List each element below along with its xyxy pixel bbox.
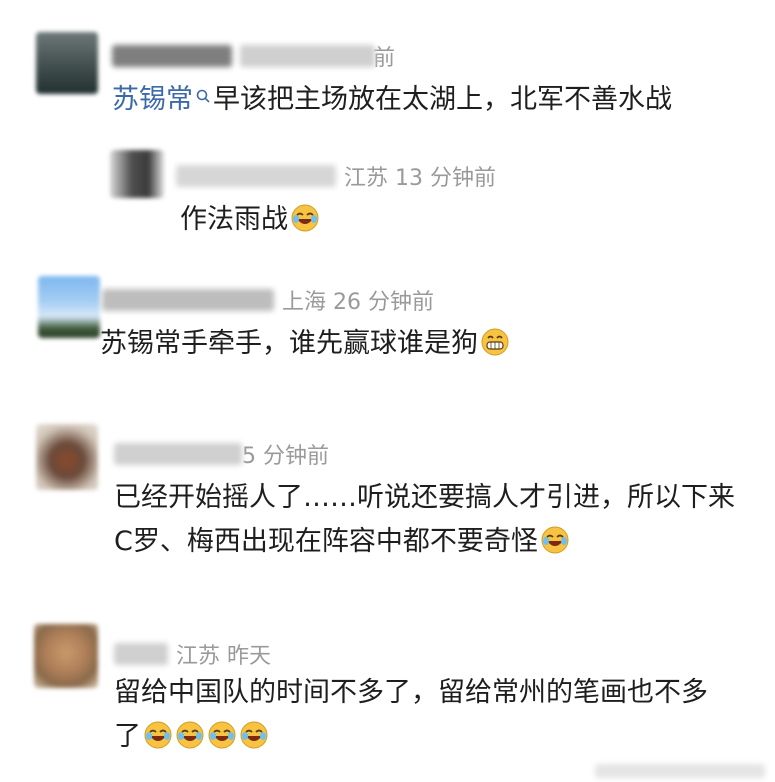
comment-time: 前 (373, 46, 396, 71)
grin-emoji (480, 327, 510, 357)
comment-location-time: 江苏 昨天 (176, 644, 271, 669)
watermark (595, 764, 765, 778)
username[interactable] (114, 643, 168, 665)
username[interactable] (112, 45, 232, 67)
comment-meta: 前 (112, 40, 395, 72)
comment-body: C罗、梅西出现在阵容中都不要奇怪 (114, 526, 538, 557)
comment-location-time: 江苏 13 分钟前 (344, 166, 496, 191)
comment-meta: 江苏 昨天 (114, 638, 271, 670)
topic-link[interactable]: 苏锡常 (112, 84, 193, 115)
username[interactable] (102, 289, 274, 311)
comment-time: 5 分钟前 (242, 444, 329, 469)
laugh-cry-emoji (207, 720, 237, 750)
comment-text: 苏锡常手牵手，谁先赢球谁是狗 (100, 323, 510, 365)
comment-text: 已经开始摇人了……听说还要搞人才引进，所以下来 C罗、梅西出现在阵容中都不要奇怪 (114, 477, 735, 563)
comment-meta: 江苏 13 分钟前 (176, 160, 496, 192)
search-icon (196, 89, 210, 103)
comment-line-2: C罗、梅西出现在阵容中都不要奇怪 (114, 521, 735, 563)
comment-body: 苏锡常手牵手，谁先赢球谁是狗 (100, 328, 478, 359)
laugh-cry-emoji (540, 525, 570, 555)
avatar[interactable] (34, 624, 98, 688)
avatar[interactable] (36, 32, 98, 94)
laugh-cry-emoji (143, 720, 173, 750)
comment-line-2: 了 (114, 716, 708, 758)
comment-meta: 上海 26 分钟前 (102, 284, 434, 316)
laugh-cry-emoji (290, 203, 320, 233)
comment-body: 早该把主场放在太湖上，北军不善水战 (213, 84, 672, 115)
avatar[interactable] (110, 150, 164, 198)
username[interactable] (176, 165, 336, 187)
comment-body: 了 (114, 721, 141, 752)
avatar[interactable] (36, 424, 98, 490)
comment-text: 留给中国队的时间不多了，留给常州的笔画也不多 了 (114, 672, 708, 758)
avatar[interactable] (38, 276, 100, 338)
comment-location-time: 上海 26 分钟前 (282, 290, 434, 315)
comment-line-1: 已经开始摇人了……听说还要搞人才引进，所以下来 (114, 482, 735, 513)
comment-text: 作法雨战 (180, 199, 320, 241)
laugh-cry-emoji (239, 720, 269, 750)
comment-line-1: 留给中国队的时间不多了，留给常州的笔画也不多 (114, 677, 708, 708)
username[interactable] (114, 443, 242, 465)
laugh-cry-emoji (175, 720, 205, 750)
comment-meta: 5 分钟前 (114, 438, 329, 470)
comment-text: 苏锡常 早该把主场放在太湖上，北军不善水战 (112, 79, 672, 121)
comment-body: 作法雨战 (180, 204, 288, 235)
